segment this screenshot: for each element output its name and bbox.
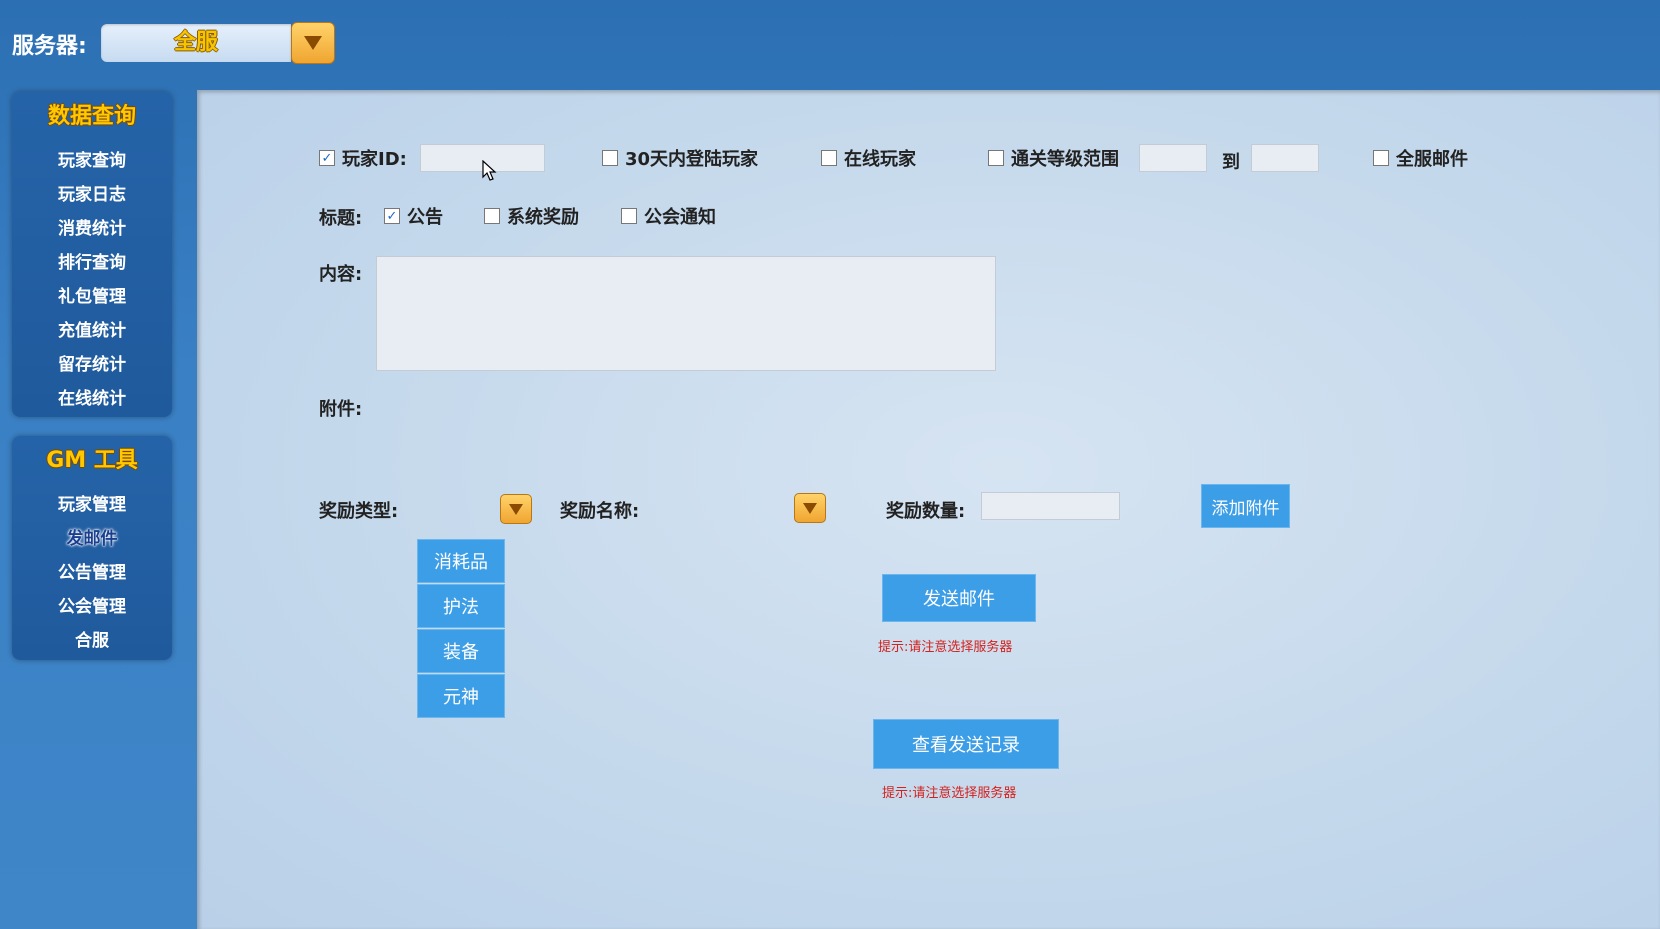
title-announcement-label: 公告 [407, 207, 443, 228]
level-to-label: 到 [1222, 152, 1240, 173]
reward-qty-label: 奖励数量: [886, 501, 966, 522]
send-mail-button[interactable]: 发送邮件 [882, 574, 1036, 622]
title-system-reward-checkbox[interactable] [484, 208, 500, 224]
nav-server-merge[interactable]: 合服 [12, 624, 172, 658]
reward-type-option-guardian[interactable]: 护法 [417, 584, 505, 628]
level-range-label: 通关等级范围 [1011, 149, 1119, 170]
title-guild-notice-label: 公会通知 [644, 207, 716, 228]
reward-type-option-soul[interactable]: 元神 [417, 674, 505, 718]
nav-retention-stats[interactable]: 留存统计 [12, 348, 172, 382]
all-server-mail-filter: 全服邮件 [1373, 145, 1468, 171]
content-label: 内容: [319, 264, 363, 285]
reward-type-option-equipment[interactable]: 装备 [417, 629, 505, 673]
nav-send-mail[interactable]: 发邮件 [12, 522, 172, 556]
title-option-system-reward: 系统奖励 [484, 203, 579, 229]
reward-type-option-consumable[interactable]: 消耗品 [417, 539, 505, 583]
nav-consumption-stats[interactable]: 消费统计 [12, 212, 172, 246]
add-attachment-button[interactable]: 添加附件 [1201, 484, 1290, 528]
nav-announcement-management[interactable]: 公告管理 [12, 556, 172, 590]
nav-online-stats[interactable]: 在线统计 [12, 382, 172, 416]
level-from-input[interactable] [1139, 144, 1207, 172]
login-30d-checkbox[interactable] [602, 150, 618, 166]
nav-player-query[interactable]: 玩家查询 [12, 144, 172, 178]
top-bar: 服务器: 全服 [0, 0, 1660, 88]
player-id-checkbox[interactable] [319, 150, 335, 166]
reward-type-label: 奖励类型: [319, 501, 399, 522]
all-server-mail-label: 全服邮件 [1396, 149, 1468, 170]
gm-tools-panel: GM 工具 玩家管理 发邮件 公告管理 公会管理 合服 [12, 436, 172, 660]
chevron-down-icon [509, 503, 523, 515]
chevron-down-icon [803, 502, 817, 514]
nav-player-management[interactable]: 玩家管理 [12, 488, 172, 522]
gm-tools-title: GM 工具 [46, 448, 138, 473]
nav-ranking-query[interactable]: 排行查询 [12, 246, 172, 280]
view-send-records-button[interactable]: 查看发送记录 [873, 719, 1059, 769]
online-checkbox[interactable] [821, 150, 837, 166]
nav-recharge-stats[interactable]: 充值统计 [12, 314, 172, 348]
player-id-filter: 玩家ID: [319, 145, 407, 171]
all-server-mail-checkbox[interactable] [1373, 150, 1389, 166]
server-dropdown-button[interactable] [291, 22, 335, 64]
attachment-label: 附件: [319, 399, 363, 420]
data-query-title: 数据查询 [47, 104, 136, 129]
title-system-reward-label: 系统奖励 [507, 207, 579, 228]
mouse-cursor-icon [482, 160, 497, 181]
data-query-panel: 数据查询 玩家查询 玩家日志 消费统计 排行查询 礼包管理 充值统计 留存统计 … [12, 92, 172, 417]
server-value: 全服 [173, 30, 218, 55]
online-label: 在线玩家 [844, 149, 916, 170]
title-guild-notice-checkbox[interactable] [621, 208, 637, 224]
send-mail-hint: 提示:请注意选择服务器 [878, 640, 1013, 655]
level-range-filter: 通关等级范围 [988, 145, 1119, 171]
online-filter: 在线玩家 [821, 145, 916, 171]
reward-qty-input[interactable] [981, 492, 1120, 520]
nav-guild-management[interactable]: 公会管理 [12, 590, 172, 624]
nav-player-log[interactable]: 玩家日志 [12, 178, 172, 212]
server-select[interactable]: 全服 [101, 24, 291, 62]
reward-name-dropdown-button[interactable] [794, 493, 826, 523]
title-option-guild-notice: 公会通知 [621, 203, 716, 229]
reward-name-label: 奖励名称: [560, 501, 640, 522]
level-to-input[interactable] [1251, 144, 1319, 172]
reward-type-dropdown-button[interactable] [500, 494, 532, 524]
login-30d-label: 30天内登陆玩家 [625, 149, 759, 170]
nav-gift-pack-management[interactable]: 礼包管理 [12, 280, 172, 314]
player-id-label: 玩家ID: [342, 149, 407, 170]
view-records-hint: 提示:请注意选择服务器 [882, 786, 1017, 801]
chevron-down-icon [304, 36, 322, 50]
title-announcement-checkbox[interactable] [384, 208, 400, 224]
login-30d-filter: 30天内登陆玩家 [602, 145, 758, 171]
title-label: 标题: [319, 208, 363, 229]
level-range-checkbox[interactable] [988, 150, 1004, 166]
content-textarea[interactable] [376, 256, 996, 371]
title-option-announcement: 公告 [384, 203, 443, 229]
server-label: 服务器: [12, 34, 87, 59]
